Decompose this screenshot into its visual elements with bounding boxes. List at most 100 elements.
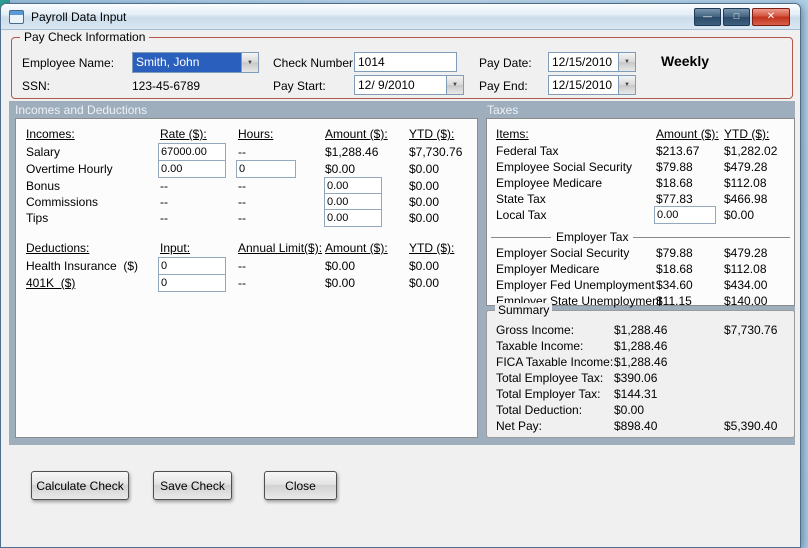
ytd-value: $7,730.76	[409, 145, 463, 159]
summary-item-label: Taxable Income:	[496, 339, 584, 353]
section-label-taxes: Taxes	[487, 103, 519, 117]
ytd-header: YTD ($):	[409, 241, 455, 255]
amount-value: $0.00	[325, 276, 356, 290]
ssn-label: SSN:	[22, 79, 51, 93]
ytd-value: $0.00	[409, 211, 440, 225]
check-number-input[interactable]	[354, 52, 457, 72]
amount-value: $79.88	[656, 246, 693, 260]
deduction-label: Health Insurance ($)	[26, 259, 139, 273]
pay-start-picker[interactable]: 12/ 9/2010 ▼	[354, 75, 464, 95]
hours-header: Hours:	[238, 127, 274, 141]
tax-label: Local Tax	[496, 208, 547, 222]
ytd-value: $112.08	[724, 262, 767, 276]
tax-row-state: State Tax $77.83 $466.98	[487, 192, 794, 209]
pay-end-label: Pay End:	[479, 79, 528, 93]
ssn-value: 123-45-6789	[132, 79, 201, 93]
tax-row-employer-fed-unemployment: Employer Fed Unemployment $34.60 $434.00	[487, 278, 794, 295]
ytd-value: $1,282.02	[724, 144, 778, 158]
pay-date-label: Pay Date:	[479, 56, 532, 70]
summary-item-label: Total Employer Tax:	[496, 387, 601, 401]
local-tax-input[interactable]	[654, 206, 716, 224]
summary-row-total-deduction: Total Deduction: $0.00	[487, 403, 794, 420]
deduction-row-401k: 401K ($) -- $0.00 $0.00	[16, 274, 477, 293]
tax-row-employee-medicare: Employee Medicare $18.68 $112.08	[487, 176, 794, 193]
ytd-value: $0.00	[409, 276, 440, 290]
taxes-panel: Items: Amount ($): YTD ($): Federal Tax …	[486, 118, 795, 308]
amount-value: $77.83	[656, 192, 693, 206]
amount-value: $1,288.46	[325, 145, 379, 159]
amount-header: Amount ($):	[325, 241, 388, 255]
tips-amount-input[interactable]	[324, 209, 382, 227]
tax-label: Employer Medicare	[496, 262, 600, 276]
employee-name-combobox[interactable]: Smith, John ▼	[132, 52, 259, 73]
ytd-value: $434.00	[724, 278, 768, 292]
close-icon[interactable]: ✕	[752, 7, 790, 26]
income-label: Tips	[26, 211, 49, 225]
dropdown-arrow-icon[interactable]: ▼	[618, 76, 635, 94]
hours-value: --	[238, 195, 246, 209]
summary-row-total-employer-tax: Total Employer Tax: $144.31	[487, 387, 794, 404]
summary-value: $1,288.46	[614, 339, 668, 353]
summary-value: $1,288.46	[614, 323, 668, 337]
rate-header: Rate ($):	[160, 127, 207, 141]
deduction-label: 401K ($)	[26, 276, 76, 290]
overtime-hours-input[interactable]	[236, 160, 296, 178]
check-number-label: Check Number:	[273, 56, 357, 70]
minimize-button[interactable]: —	[694, 7, 721, 26]
income-label: Bonus	[26, 179, 61, 193]
tax-label: State Tax	[496, 192, 546, 206]
paycheck-info-label: Pay Check Information	[20, 30, 150, 44]
calculate-check-button[interactable]: Calculate Check	[31, 471, 129, 500]
close-window-button[interactable]: Close	[264, 471, 337, 500]
maximize-button[interactable]: □	[723, 7, 750, 26]
pay-end-picker[interactable]: 12/15/2010 ▼	[548, 75, 636, 95]
annual-limit-header: Annual Limit($):	[238, 241, 323, 255]
summary-value: $390.06	[614, 371, 658, 385]
summary-groupbox: Summary Gross Income: $1,288.46 $7,730.7…	[486, 303, 795, 438]
income-row-commissions: Commissions -- -- $0.00	[16, 193, 477, 212]
rate-value: --	[160, 195, 168, 209]
titlebar[interactable]: Payroll Data Input — □ ✕	[1, 4, 800, 30]
health-insurance-input[interactable]	[158, 257, 226, 275]
ytd-value: $0.00	[409, 259, 440, 273]
deductions-header: Deductions:	[26, 241, 90, 255]
amount-value: $0.00	[325, 259, 356, 273]
ytd-value: $0.00	[409, 162, 440, 176]
dropdown-arrow-icon[interactable]: ▼	[446, 76, 463, 94]
ytd-header: YTD ($):	[409, 127, 455, 141]
ytd-value: $0.00	[409, 179, 440, 193]
tax-label: Employer Social Security	[496, 246, 630, 260]
employee-name-label: Employee Name:	[22, 56, 115, 70]
ytd-value: $112.08	[724, 176, 767, 190]
ytd-header: YTD ($):	[724, 127, 770, 141]
income-row-overtime: Overtime Hourly $0.00 $0.00	[16, 160, 477, 179]
deductions-header-row: Deductions: Input: Annual Limit($): Amou…	[16, 241, 477, 258]
income-label: Salary	[26, 145, 61, 159]
app-icon	[9, 9, 24, 24]
employer-tax-label: Employer Tax	[551, 230, 634, 244]
pay-date-picker[interactable]: 12/15/2010 ▼	[548, 52, 636, 72]
summary-item-label: FICA Taxable Income:	[496, 355, 614, 369]
pay-start-value: 12/ 9/2010	[358, 78, 415, 92]
summary-row-net-pay: Net Pay: $898.40 $5,390.40	[487, 419, 794, 436]
paycheck-info-groupbox: Pay Check Information Employee Name: Smi…	[11, 30, 793, 99]
window-controls: — □ ✕	[694, 7, 792, 26]
incomes-header: Incomes:	[26, 127, 75, 141]
amount-value: $18.68	[656, 176, 693, 190]
summary-row-total-employee-tax: Total Employee Tax: $390.06	[487, 371, 794, 388]
summary-item-label: Net Pay:	[496, 419, 543, 433]
main-panel-background: Incomes and Deductions Taxes Incomes: Ra…	[9, 101, 795, 445]
pay-end-value: 12/15/2010	[552, 78, 613, 92]
summary-row-gross: Gross Income: $1,288.46 $7,730.76	[487, 323, 794, 340]
rate-value: --	[160, 179, 168, 193]
input-header: Input:	[160, 241, 191, 255]
summary-ytd: $5,390.40	[724, 419, 778, 433]
401k-input[interactable]	[158, 274, 226, 292]
overtime-rate-input[interactable]	[158, 160, 226, 178]
dropdown-arrow-icon[interactable]: ▼	[618, 53, 635, 71]
dropdown-arrow-icon[interactable]: ▼	[241, 53, 258, 72]
salary-rate-input[interactable]	[158, 143, 226, 161]
save-check-button[interactable]: Save Check	[153, 471, 232, 500]
summary-item-label: Total Employee Tax:	[496, 371, 604, 385]
summary-label: Summary	[495, 303, 553, 317]
